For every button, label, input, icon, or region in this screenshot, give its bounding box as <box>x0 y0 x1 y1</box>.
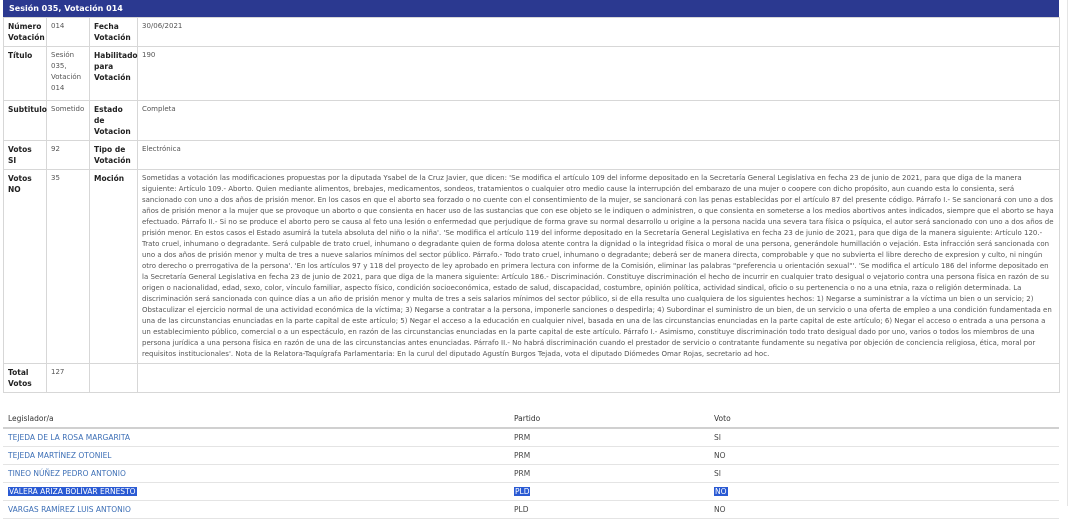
votacion-panel: Sesión 035, Votación 014 Número Votación… <box>3 0 1060 393</box>
legislators-header-row: Legislador/a Partido Voto <box>3 410 1059 429</box>
details-row: Votos NO 35 Moción Sometidas a votación … <box>3 169 1060 364</box>
vote-cell: NO <box>709 500 1059 519</box>
details-row: Título Sesión 035, Votación 014 Habilita… <box>3 46 1060 101</box>
panel-title: Sesión 035, Votación 014 <box>3 0 1059 17</box>
party-cell: PRM <box>509 428 709 447</box>
empty-cell <box>137 363 1060 393</box>
fecha-votacion-label: Fecha Votación <box>89 17 138 47</box>
details-row: Total Votos 127 <box>3 363 1060 393</box>
legislator-link[interactable]: TEJEDA MARTÍNEZ OTONIEL <box>8 451 112 460</box>
tipo-votacion-value: Electrónica <box>137 140 1060 170</box>
votos-no-value: 35 <box>46 169 90 364</box>
party-cell: PLD <box>509 500 709 519</box>
table-row: VARGAS RAMÍREZ LUIS ANTONIO PLD NO <box>3 500 1059 519</box>
table-row: TEJEDA DE LA ROSA MARGARITA PRM SI <box>3 428 1059 447</box>
vote-cell: NO <box>714 487 728 496</box>
legislator-link[interactable]: VALERA ARIZA BOLÍVAR ERNESTO <box>9 487 136 496</box>
habilitado-label: Habilitado para Votación <box>89 46 138 101</box>
fecha-votacion-value: 30/06/2021 <box>137 17 1060 47</box>
numero-votacion-value: 014 <box>46 17 90 47</box>
votos-no-label: Votos NO <box>3 169 47 364</box>
vote-cell: SI <box>709 428 1059 447</box>
party-cell: PLD <box>514 487 531 496</box>
votos-si-label: Votos SI <box>3 140 47 170</box>
vote-cell: NO <box>709 446 1059 465</box>
page-edge-divider <box>1067 0 1068 506</box>
table-row-selected: VALERA ARIZA BOLÍVAR ERNESTO PLD NO <box>3 482 1059 501</box>
total-votos-value: 127 <box>46 363 90 393</box>
details-row: Subtitulo Sometido Estado de Votacion Co… <box>3 100 1060 141</box>
estado-label: Estado de Votacion <box>89 100 138 141</box>
titulo-value: Sesión 035, Votación 014 <box>46 46 90 101</box>
details-row: Número Votación 014 Fecha Votación 30/06… <box>3 17 1060 47</box>
mocion-text: Sometidas a votación las modificaciones … <box>137 169 1060 364</box>
votos-si-value: 92 <box>46 140 90 170</box>
habilitado-value: 190 <box>137 46 1060 101</box>
tipo-votacion-label: Tipo de Votación <box>89 140 138 170</box>
legislators-list: Legislador/a Partido Voto TEJEDA DE LA R… <box>3 410 1059 519</box>
legislators-table: Legislador/a Partido Voto TEJEDA DE LA R… <box>3 410 1059 519</box>
mocion-label: Moción <box>89 169 138 364</box>
titulo-label: Título <box>3 46 47 101</box>
numero-votacion-label: Número Votación <box>3 17 47 47</box>
header-legislador: Legislador/a <box>3 410 509 429</box>
total-votos-label: Total Votos <box>3 363 47 393</box>
table-row: TEJEDA MARTÍNEZ OTONIEL PRM NO <box>3 446 1059 465</box>
empty-cell <box>89 363 138 393</box>
party-cell: PRM <box>509 464 709 483</box>
subtitulo-label: Subtitulo <box>3 100 47 141</box>
header-partido: Partido <box>509 410 709 429</box>
table-row: TINEO NÚÑEZ PEDRO ANTONIO PRM SI <box>3 464 1059 483</box>
vote-cell: SI <box>709 464 1059 483</box>
estado-value: Completa <box>137 100 1060 141</box>
legislator-link[interactable]: VARGAS RAMÍREZ LUIS ANTONIO <box>8 505 131 514</box>
legislator-link[interactable]: TEJEDA DE LA ROSA MARGARITA <box>8 433 130 442</box>
details-row: Votos SI 92 Tipo de Votación Electrónica <box>3 140 1060 170</box>
subtitulo-value: Sometido <box>46 100 90 141</box>
header-voto: Voto <box>709 410 1059 429</box>
party-cell: PRM <box>509 446 709 465</box>
votacion-details-table: Número Votación 014 Fecha Votación 30/06… <box>3 17 1060 393</box>
legislator-link[interactable]: TINEO NÚÑEZ PEDRO ANTONIO <box>8 469 126 478</box>
